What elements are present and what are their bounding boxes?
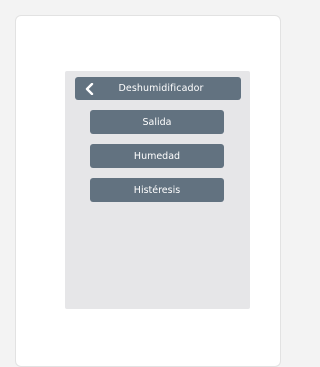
humedad-button[interactable]: Humedad bbox=[90, 144, 224, 168]
screen-title: Deshumidificador bbox=[118, 83, 204, 94]
chevron-left-icon[interactable] bbox=[83, 82, 95, 96]
histeresis-button[interactable]: Histéresis bbox=[90, 178, 224, 202]
back-header-button[interactable]: Deshumidificador bbox=[75, 77, 241, 100]
salida-button[interactable]: Salida bbox=[90, 110, 224, 134]
